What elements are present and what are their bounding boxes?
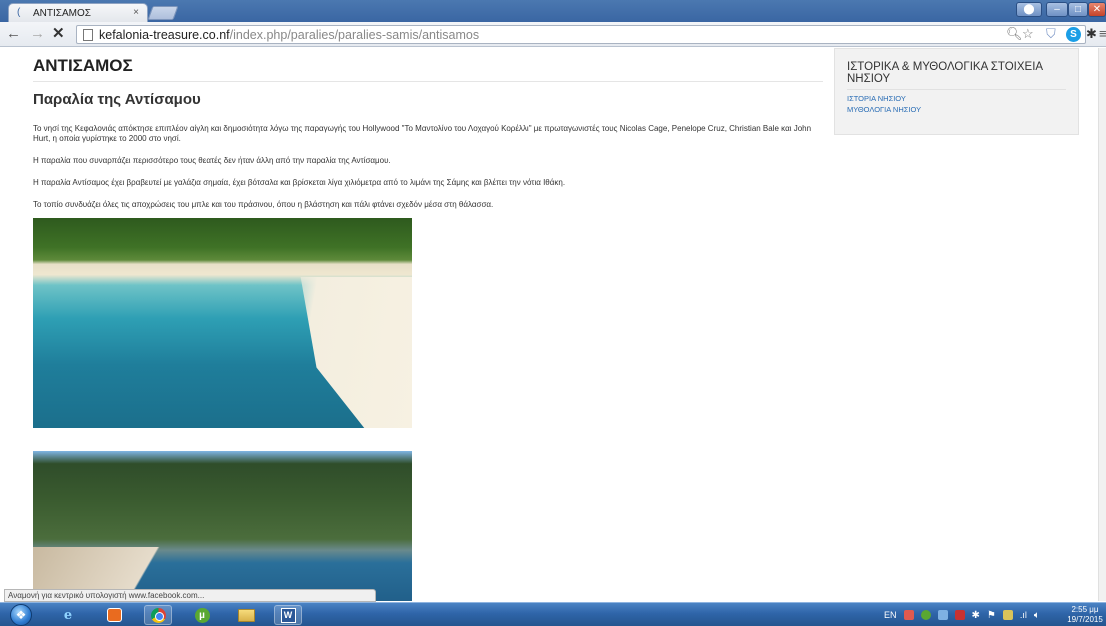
clock-date: 19/7/2015 [1067, 615, 1103, 624]
page-title: ΑΝΤΙΣΑΜΟΣ [33, 48, 823, 82]
url-path: /index.php/paralies/paralies-samis/antis… [229, 27, 480, 42]
utorrent-icon[interactable]: µ [188, 605, 216, 625]
forward-arrow-icon[interactable]: → [30, 26, 45, 42]
extension-puzzle-icon[interactable]: ✱ [1086, 26, 1097, 42]
url-host: kefalonia-treasure.co.nf [99, 27, 230, 42]
bluetooth-icon[interactable]: ✱ [972, 610, 980, 621]
browser-toolbar: ← → ✕ kefalonia-treasure.co.nf/index.php… [0, 22, 1106, 47]
language-indicator[interactable]: EN [884, 610, 897, 620]
sidebar-link-mythology[interactable]: ΜΥΘΟΛΟΓΙΑ ΝΗΣΙΟΥ [847, 105, 1066, 114]
browser-status-bubble: Αναμονή για κεντρικό υπολογιστή www.face… [4, 589, 376, 602]
utorrent-tray-icon[interactable] [920, 610, 931, 620]
minimize-button[interactable]: ‒ [1046, 2, 1068, 17]
maximize-button[interactable]: □ [1068, 2, 1088, 17]
close-window-button[interactable]: ✕ [1088, 2, 1106, 17]
file-explorer-icon[interactable] [232, 605, 260, 625]
browser-tab[interactable]: ( ΑΝΤΙΣΑΜΟΣ × [8, 3, 148, 22]
sidebar-link-history[interactable]: ΙΣΤΟΡΙΑ ΝΗΣΙΟΥ [847, 94, 1066, 103]
tab-title: ΑΝΤΙΣΑΜΟΣ [33, 7, 91, 19]
tab-close-icon[interactable]: × [133, 7, 139, 18]
browser-menu-icon[interactable]: ≡ [1099, 26, 1106, 42]
beach-photo [33, 218, 412, 428]
chrome-icon[interactable] [144, 605, 172, 625]
article-paragraph: Η παραλία που συναρπάζει περισσότερο του… [33, 156, 391, 165]
page-viewport: ΑΝΤΙΣΑΜΟΣ Παραλία της Αντίσαμου Το νησί … [0, 48, 1106, 601]
page-scrollbar[interactable] [1098, 48, 1106, 601]
volume-icon[interactable]: 🔈︎ [1034, 610, 1040, 621]
article-subtitle: Παραλία της Αντίσαμου [33, 91, 201, 108]
article-paragraph: Το τοπίο συνδυάζει όλες τις αποχρώσεις τ… [33, 200, 494, 209]
page-icon [83, 28, 93, 41]
tray-app-icon[interactable] [1002, 610, 1013, 620]
tray-app-icon[interactable] [903, 610, 914, 620]
antivirus-tray-icon[interactable] [954, 610, 965, 620]
media-player-icon[interactable] [100, 605, 128, 625]
stop-loading-icon[interactable]: ✕ [52, 26, 65, 42]
clock-time: 2:55 μμ [1071, 605, 1099, 614]
start-button[interactable]: ❖ [10, 604, 32, 626]
back-arrow-icon[interactable]: ← [6, 26, 21, 42]
new-tab-button[interactable] [147, 6, 179, 20]
network-signal-icon[interactable]: .ıl [1020, 610, 1027, 620]
address-bar[interactable]: kefalonia-treasure.co.nf/index.php/paral… [76, 25, 1086, 44]
skype-extension-icon[interactable]: S [1066, 27, 1081, 42]
article-paragraph: Το νησί της Κεφαλονιάς απόκτησε επιπλέον… [33, 124, 812, 143]
article-paragraph: Η παραλία Αντίσαμος έχει βραβευτεί με γα… [33, 178, 566, 187]
tray-app-icon[interactable] [937, 610, 948, 620]
user-profile-button[interactable]: ⬤ [1016, 2, 1042, 17]
beach-photo [33, 451, 412, 601]
system-tray: EN ✱ ⚑ .ıl 🔈︎ [884, 607, 1040, 623]
sidebar-module: ΙΣΤΟΡΙΚΑ & ΜΥΘΟΛΟΓΙΚΑ ΣΤΟΙΧΕΙΑ ΝΗΣΙΟΥ ΙΣ… [834, 48, 1079, 135]
search-icon[interactable]: 🔍︎ [1006, 26, 1023, 42]
browser-titlebar: ( ΑΝΤΙΣΑΜΟΣ × ⬤ ‒ □ ✕ [0, 0, 1106, 22]
word-icon[interactable]: W [274, 605, 302, 625]
bookmark-star-icon[interactable]: ☆ [1022, 26, 1034, 42]
internet-explorer-icon[interactable]: e [54, 605, 82, 625]
action-center-flag-icon[interactable]: ⚑ [987, 610, 996, 621]
loading-icon: ( [17, 7, 21, 18]
extension-shield-icon[interactable]: ⛉ [1046, 26, 1056, 42]
windows-taskbar: ❖ e µ W EN ✱ ⚑ .ıl 🔈︎ 2:55 μμ 19/7/2015 [0, 602, 1106, 626]
taskbar-clock[interactable]: 2:55 μμ 19/7/2015 [1066, 605, 1104, 625]
article: ΑΝΤΙΣΑΜΟΣ Παραλία της Αντίσαμου Το νησί … [33, 48, 823, 601]
sidebar-heading: ΙΣΤΟΡΙΚΑ & ΜΥΘΟΛΟΓΙΚΑ ΣΤΟΙΧΕΙΑ ΝΗΣΙΟΥ [847, 61, 1066, 90]
